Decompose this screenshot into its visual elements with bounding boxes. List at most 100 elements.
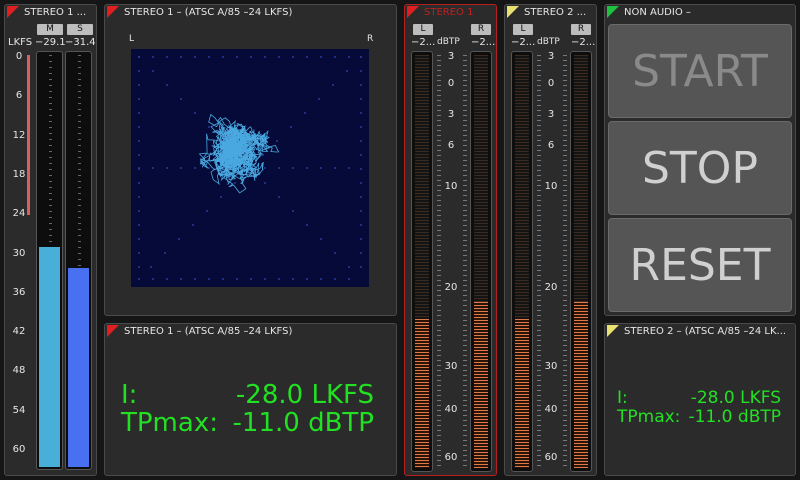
momentary-button[interactable]: M: [37, 24, 63, 35]
scale-minor-tick: [437, 55, 441, 56]
integrated-value: -28.0 LKFS: [235, 380, 374, 410]
stereo1-readout-title: STEREO 1 – (ATSC A/85 –24 LKFS): [124, 326, 293, 337]
scale-minor-tick: [563, 325, 567, 326]
scale-minor-tick: [437, 130, 441, 131]
scale-minor-tick: [563, 445, 567, 446]
vectorscope-panel[interactable]: STEREO 1 – (ATSC A/85 –24 LKFS) L R: [104, 4, 397, 316]
scale-minor-tick: [437, 75, 441, 76]
vectorscope-grid-dot: [332, 84, 334, 86]
scale-minor-tick: [437, 70, 441, 71]
vectorscope-grid-dot: [220, 196, 222, 198]
reset-button[interactable]: RESET: [608, 218, 792, 312]
right-channel-button[interactable]: R: [471, 24, 491, 35]
vectorscope-grid-dot: [138, 154, 140, 156]
scale-minor-tick: [463, 110, 467, 111]
scale-minor-tick: [463, 275, 467, 276]
short-term-button[interactable]: S: [67, 24, 93, 35]
vectorscope-grid-dot: [166, 56, 168, 58]
scale-minor-tick: [563, 170, 567, 171]
scale-minor-tick: [563, 405, 567, 406]
left-channel-button[interactable]: L: [413, 24, 433, 35]
true-peak-scale-tick: 30: [544, 361, 558, 372]
vectorscope-grid-dot: [138, 140, 140, 142]
scale-minor-tick: [463, 445, 467, 446]
scale-minor-tick: [463, 200, 467, 201]
scale-minor-tick: [563, 465, 567, 466]
scale-minor-tick: [537, 200, 541, 201]
scale-minor-tick: [437, 405, 441, 406]
scale-minor-tick: [437, 360, 441, 361]
vectorscope-grid-dot: [222, 278, 224, 280]
control-panel[interactable]: NON AUDIO – START STOP RESET: [604, 4, 796, 316]
scale-minor-tick: [537, 330, 541, 331]
loudness-panel[interactable]: STEREO 1 ... M S LKFS −29.1 −31.4 0 6 12 18…: [4, 4, 97, 476]
scale-minor-tick: [463, 185, 467, 186]
loudness-unit: LKFS: [8, 37, 33, 48]
meter-segments-unlit: [515, 55, 529, 319]
integrated-value: -28.0 LKFS: [690, 388, 781, 408]
vectorscope-grid-dot: [278, 56, 280, 58]
loudness-scale-tick: 18: [12, 168, 26, 180]
loudness-scale-tick: 42: [12, 326, 26, 338]
true-peak-scale-tick: 60: [444, 452, 458, 463]
scale-minor-tick: [563, 420, 567, 421]
scale-minor-tick: [463, 280, 467, 281]
vectorscope-grid-dot: [292, 210, 294, 212]
stereo2-readout-title: STEREO 2 – (ATSC A/85 –24 LK...: [624, 326, 787, 337]
short-term-meter-fill: [68, 268, 89, 467]
vectorscope-grid-dot: [138, 182, 140, 184]
scale-minor-tick: [463, 335, 467, 336]
scale-minor-tick: [463, 460, 467, 461]
scale-minor-tick: [537, 240, 541, 241]
scale-minor-tick: [537, 80, 541, 81]
scale-minor-tick: [563, 245, 567, 246]
scale-minor-tick: [563, 235, 567, 236]
scale-minor-tick: [463, 440, 467, 441]
right-channel-button[interactable]: R: [571, 24, 591, 35]
scale-minor-tick: [563, 430, 567, 431]
scale-minor-tick: [437, 205, 441, 206]
vectorscope-grid-dot: [178, 238, 180, 240]
true-peak-meter-stereo2[interactable]: STEREO 2 ... L R −2... dBTP −2... 3 0 3 6 10…: [504, 4, 597, 476]
start-button[interactable]: START: [608, 24, 792, 118]
stereo1-readout-panel[interactable]: STEREO 1 – (ATSC A/85 –24 LKFS) I: -28.0…: [104, 323, 397, 476]
scale-minor-tick: [463, 100, 467, 101]
scale-minor-tick: [563, 335, 567, 336]
right-peak-meter-fill: [574, 302, 588, 468]
loudness-scale-tick: 60: [12, 444, 26, 455]
scale-minor-tick: [563, 75, 567, 76]
scale-minor-tick: [463, 90, 467, 91]
vectorscope-grid-dot: [264, 56, 266, 58]
scale-minor-tick: [463, 420, 467, 421]
scale-minor-tick: [563, 250, 567, 251]
scale-minor-tick: [537, 420, 541, 421]
scale-minor-tick: [463, 215, 467, 216]
vectorscope-grid-dot: [278, 278, 280, 280]
scale-minor-tick: [463, 285, 467, 286]
vectorscope-grid-dot: [180, 56, 182, 58]
scale-minor-tick: [563, 440, 567, 441]
scale-minor-tick: [463, 425, 467, 426]
scale-minor-tick: [463, 325, 467, 326]
scale-minor-tick: [537, 300, 541, 301]
scale-minor-tick: [463, 265, 467, 266]
scale-minor-tick: [463, 80, 467, 81]
scale-minor-tick: [463, 380, 467, 381]
scale-minor-tick: [537, 75, 541, 76]
loudness-scale-tick: 0: [15, 51, 23, 62]
scale-minor-tick: [437, 80, 441, 81]
meter-segments-unlit: [415, 55, 429, 319]
true-peak-scale-tick: 3: [447, 51, 455, 62]
left-channel-button[interactable]: L: [513, 24, 533, 35]
scale-minor-tick: [537, 170, 541, 171]
loudness-scale-tick: 12: [12, 129, 26, 141]
true-peak-meter-stereo1[interactable]: STEREO 1 L R −2... dBTP −2... 3 0 3 6 10 20 30…: [404, 4, 497, 476]
stereo2-readout-panel[interactable]: STEREO 2 – (ATSC A/85 –24 LK... I: -28.0…: [604, 323, 796, 476]
momentary-value: −29.1: [35, 37, 66, 48]
short-term-meter: [65, 51, 92, 470]
stop-button[interactable]: STOP: [608, 121, 792, 215]
scale-minor-tick: [463, 320, 467, 321]
scale-minor-tick: [463, 430, 467, 431]
scale-minor-tick: [463, 300, 467, 301]
scale-minor-tick: [463, 125, 467, 126]
